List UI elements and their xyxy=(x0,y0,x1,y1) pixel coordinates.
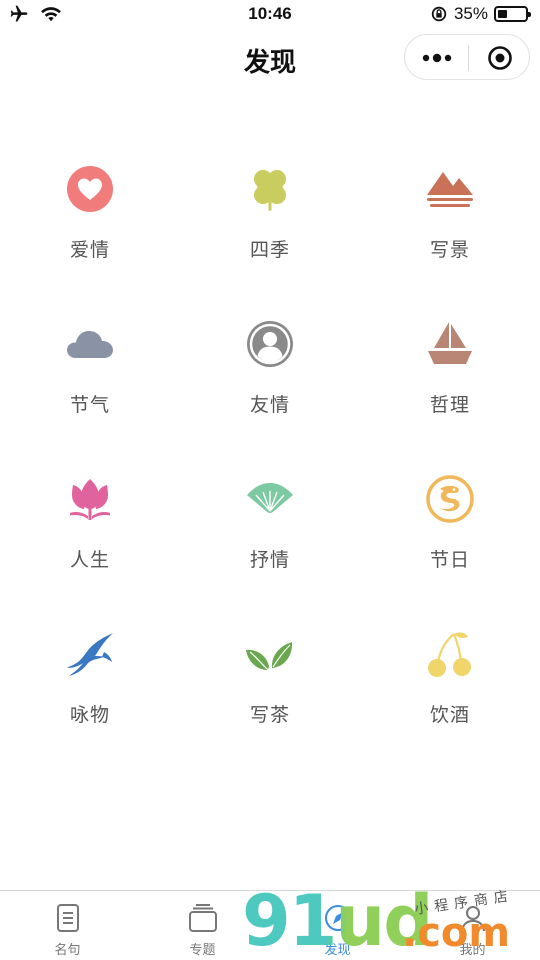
category-label: 爱情 xyxy=(69,240,110,261)
stack-icon xyxy=(188,904,217,932)
battery-percent: 35% xyxy=(453,4,488,23)
tab-label: 我的 xyxy=(459,942,486,957)
category-label: 节气 xyxy=(69,395,110,416)
more-dots-icon xyxy=(422,53,451,63)
tab-topics[interactable]: 专题 xyxy=(135,891,270,960)
orientation-lock-icon xyxy=(431,6,447,22)
more-button[interactable] xyxy=(405,35,468,81)
category-item-solar-terms[interactable]: 节气 xyxy=(0,295,180,445)
category-label: 写景 xyxy=(429,240,470,261)
category-label: 哲理 xyxy=(429,395,470,416)
category-label: 人生 xyxy=(69,550,110,571)
tab-quotes[interactable]: 名句 xyxy=(0,891,135,960)
category-label: 咏物 xyxy=(69,705,110,726)
tab-mine[interactable]: 我的 xyxy=(405,891,540,960)
category-item-scenery[interactable]: 写景 xyxy=(360,140,540,290)
dragon-icon xyxy=(426,475,474,523)
category-item-friendship[interactable]: 友情 xyxy=(180,295,360,445)
cherry-icon xyxy=(428,632,471,677)
category-item-love[interactable]: 爱情 xyxy=(0,140,180,290)
target-circle-icon xyxy=(488,46,512,70)
category-item-seasons[interactable]: 四季 xyxy=(180,140,360,290)
close-button[interactable] xyxy=(469,35,531,81)
category-item-life[interactable]: 人生 xyxy=(0,450,180,600)
category-label: 友情 xyxy=(249,395,290,416)
compass-icon xyxy=(324,905,351,931)
clover-icon xyxy=(254,170,286,211)
tab-label: 专题 xyxy=(189,942,216,957)
heart-icon xyxy=(67,166,113,212)
document-icon xyxy=(56,904,79,932)
tab-label: 名句 xyxy=(54,942,81,957)
status-bar: 10:46 35% xyxy=(0,0,540,30)
category-item-wine[interactable]: 饮酒 xyxy=(360,605,540,755)
tab-discover[interactable]: 发现 xyxy=(270,891,405,960)
status-right: 35% xyxy=(430,4,531,24)
category-label: 饮酒 xyxy=(429,705,470,726)
tab-label: 发现 xyxy=(324,942,351,957)
category-item-philosophy[interactable]: 哲理 xyxy=(360,295,540,445)
category-label: 写茶 xyxy=(249,705,290,726)
category-item-tea[interactable]: 写茶 xyxy=(180,605,360,755)
mountain-icon xyxy=(427,172,473,207)
category-item-festival[interactable]: 节日 xyxy=(360,450,540,600)
sailboat-icon xyxy=(428,322,472,364)
category-label: 节日 xyxy=(429,550,470,571)
tea-leaf-icon xyxy=(246,642,293,671)
lotus-icon xyxy=(70,479,110,520)
battery-fill xyxy=(498,10,507,18)
battery-icon xyxy=(494,6,531,22)
user-icon xyxy=(460,906,485,932)
fan-icon xyxy=(247,483,293,513)
mini-program-capsule xyxy=(404,34,530,80)
category-item-objects[interactable]: 咏物 xyxy=(0,605,180,755)
cloud-icon xyxy=(67,331,113,358)
swallow-icon xyxy=(67,633,113,676)
category-item-lyric[interactable]: 抒情 xyxy=(180,450,360,600)
category-label: 抒情 xyxy=(249,550,290,571)
tab-bar: 名句 专题 发现 我的 xyxy=(0,890,540,960)
person-icon xyxy=(247,321,293,367)
nav-bar: 发现 xyxy=(0,30,540,88)
category-label: 四季 xyxy=(249,240,290,261)
